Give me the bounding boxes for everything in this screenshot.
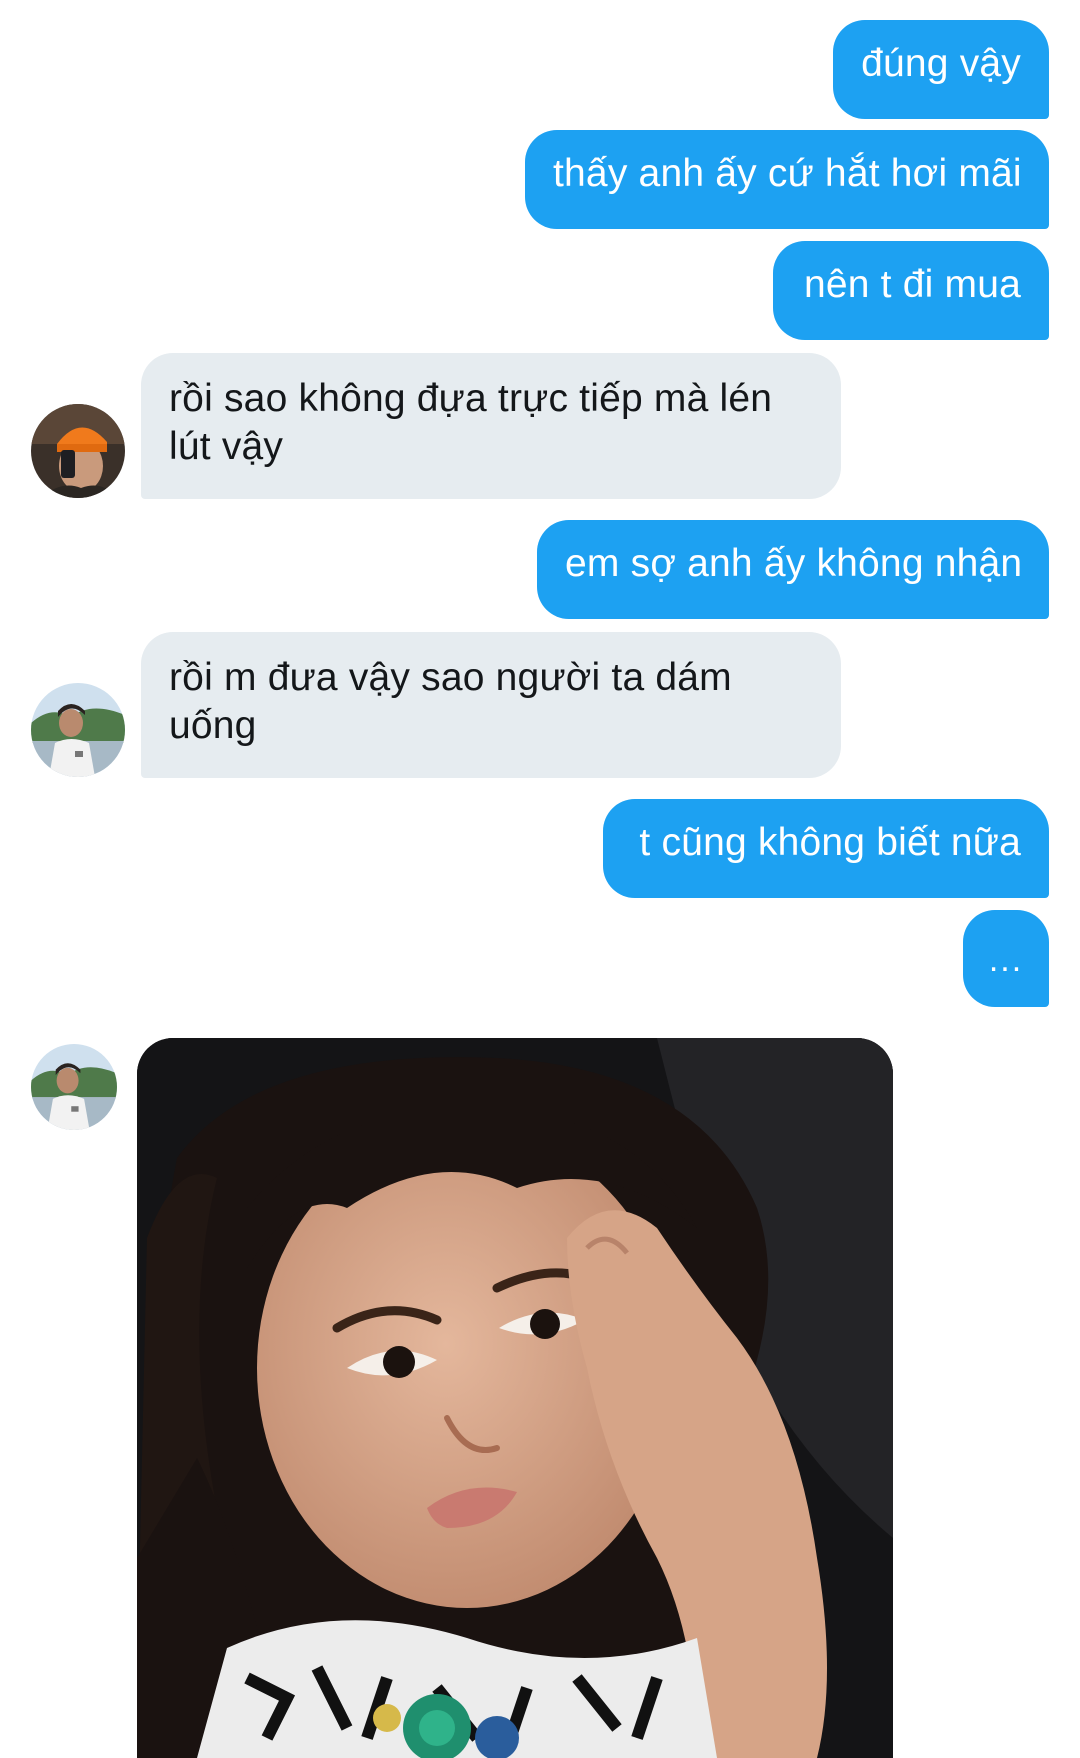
message-outgoing[interactable]: ... [963, 910, 1049, 1007]
message-outgoing[interactable]: nên t đi mua [773, 241, 1049, 340]
message-image[interactable] [137, 1038, 893, 1758]
avatar-orange-beanie-icon [31, 404, 125, 498]
message-text: thấy anh ấy cứ hắt hơi mãi [553, 152, 1022, 195]
message-text: rồi sao không đựa trực tiếp mà lén lút v… [169, 377, 773, 468]
avatar[interactable] [31, 683, 125, 777]
avatar[interactable] [31, 1044, 117, 1130]
message-text: nên t đi mua [803, 263, 1021, 306]
message-incoming[interactable]: rồi sao không đựa trực tiếp mà lén lút v… [141, 353, 841, 499]
message-incoming[interactable]: rồi m đưa vậy sao người ta dám uống [141, 632, 841, 778]
message-text: em sợ anh ấy không nhận [565, 542, 1023, 585]
message-text: t cũng không biết nữa [639, 821, 1021, 864]
photo-girl-thinking-icon [137, 1038, 893, 1758]
avatar-landscape-icon [31, 683, 125, 777]
avatar-landscape-icon [31, 1044, 117, 1130]
message-text: đúng vậy [861, 42, 1021, 85]
avatar[interactable] [31, 404, 125, 498]
message-outgoing[interactable]: em sợ anh ấy không nhận [537, 520, 1049, 619]
message-outgoing[interactable]: đúng vậy [833, 20, 1049, 119]
message-outgoing[interactable]: t cũng không biết nữa [603, 799, 1049, 898]
message-text: rồi m đưa vậy sao người ta dám uống [169, 656, 732, 747]
message-text: ... [988, 941, 1024, 979]
message-outgoing[interactable]: thấy anh ấy cứ hắt hơi mãi [525, 130, 1049, 229]
